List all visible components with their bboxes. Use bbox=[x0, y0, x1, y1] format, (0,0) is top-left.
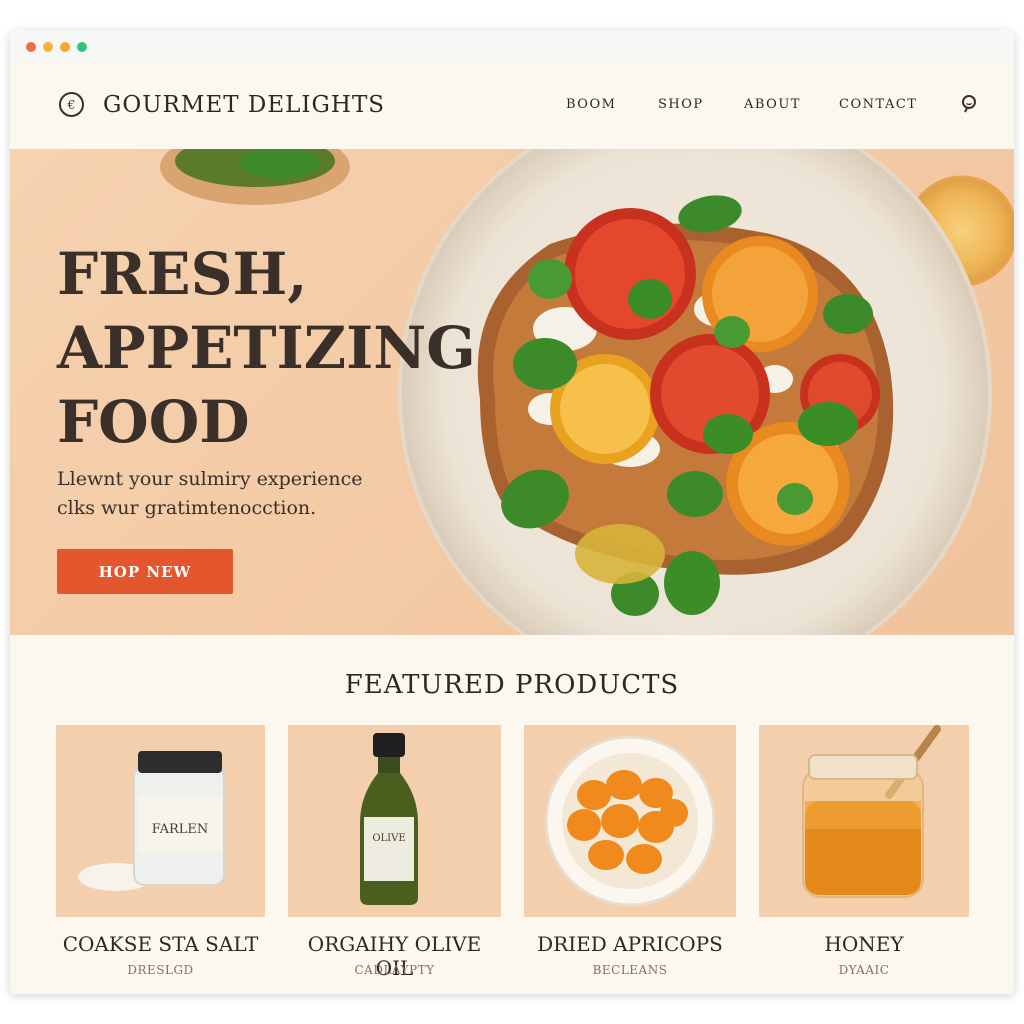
nav-link-contact[interactable]: CONTACT bbox=[839, 97, 917, 112]
close-window-button[interactable] bbox=[26, 42, 36, 52]
product-image[interactable]: FARLEN bbox=[56, 725, 265, 917]
nav-link-shop[interactable]: SHOP bbox=[658, 97, 704, 112]
logo-icon[interactable]: € bbox=[59, 92, 84, 117]
product-subtitle: BECLEANS bbox=[592, 963, 668, 977]
product-label-text: OLIVE bbox=[372, 833, 405, 844]
product-name[interactable]: DRIED APRICOPS bbox=[524, 932, 736, 956]
zoom-window-button[interactable] bbox=[60, 42, 70, 52]
hero-title-line: FOOD bbox=[57, 388, 250, 456]
hero-title-line: APPETIZING bbox=[57, 314, 476, 382]
site-header: € GOURMET DELIGHTS BOOM SHOP ABOUT CONTA… bbox=[10, 62, 1014, 149]
product-name[interactable]: HONEY bbox=[759, 932, 969, 956]
window-chrome bbox=[10, 30, 1014, 63]
hero-subtitle-line: Llewnt your sulmiry experience bbox=[57, 468, 363, 490]
product-label-text: FARLEN bbox=[152, 822, 209, 837]
product-image[interactable] bbox=[759, 725, 969, 917]
nav-link-about[interactable]: ABOUT bbox=[744, 97, 801, 112]
search-icon[interactable] bbox=[960, 94, 980, 114]
product-card[interactable]: HONEY DYAAIC bbox=[759, 725, 969, 994]
product-image[interactable] bbox=[524, 725, 736, 917]
shop-now-button[interactable]: HOP NEW bbox=[57, 549, 233, 594]
product-subtitle: CADLAYPTY bbox=[354, 963, 435, 977]
hero-subtitle-line: clks wur gratimtenocction. bbox=[57, 497, 317, 519]
nav-link-boom[interactable]: BOOM bbox=[566, 97, 616, 112]
product-card[interactable]: DRIED APRICOPS BECLEANS bbox=[524, 725, 736, 994]
fullscreen-window-button[interactable] bbox=[77, 42, 87, 52]
browser-window: € GOURMET DELIGHTS BOOM SHOP ABOUT CONTA… bbox=[10, 30, 1014, 994]
hero-title: FRESH, APPETIZING FOOD bbox=[57, 237, 476, 459]
featured-products-heading: FEATURED PRODUCTS bbox=[344, 670, 680, 700]
hero-banner: FRESH, APPETIZING FOOD Llewnt your sulmi… bbox=[10, 149, 1014, 635]
product-card[interactable]: OLIVE ORGAIHY OLIVE OIL CADLAYPTY bbox=[288, 725, 501, 994]
product-subtitle: DRESLGD bbox=[127, 963, 194, 977]
brand-name[interactable]: GOURMET DELIGHTS bbox=[103, 92, 385, 118]
product-image[interactable]: OLIVE bbox=[288, 725, 501, 917]
hero-subtitle: Llewnt your sulmiry experience clks wur … bbox=[57, 465, 363, 523]
minimize-window-button[interactable] bbox=[43, 42, 53, 52]
product-card[interactable]: FARLEN COAKSE STA SALT DRESLGD bbox=[56, 725, 265, 994]
product-subtitle: DYAAIC bbox=[838, 963, 890, 977]
product-name[interactable]: COAKSE STA SALT bbox=[56, 932, 265, 956]
hero-title-line: FRESH, bbox=[57, 240, 308, 308]
